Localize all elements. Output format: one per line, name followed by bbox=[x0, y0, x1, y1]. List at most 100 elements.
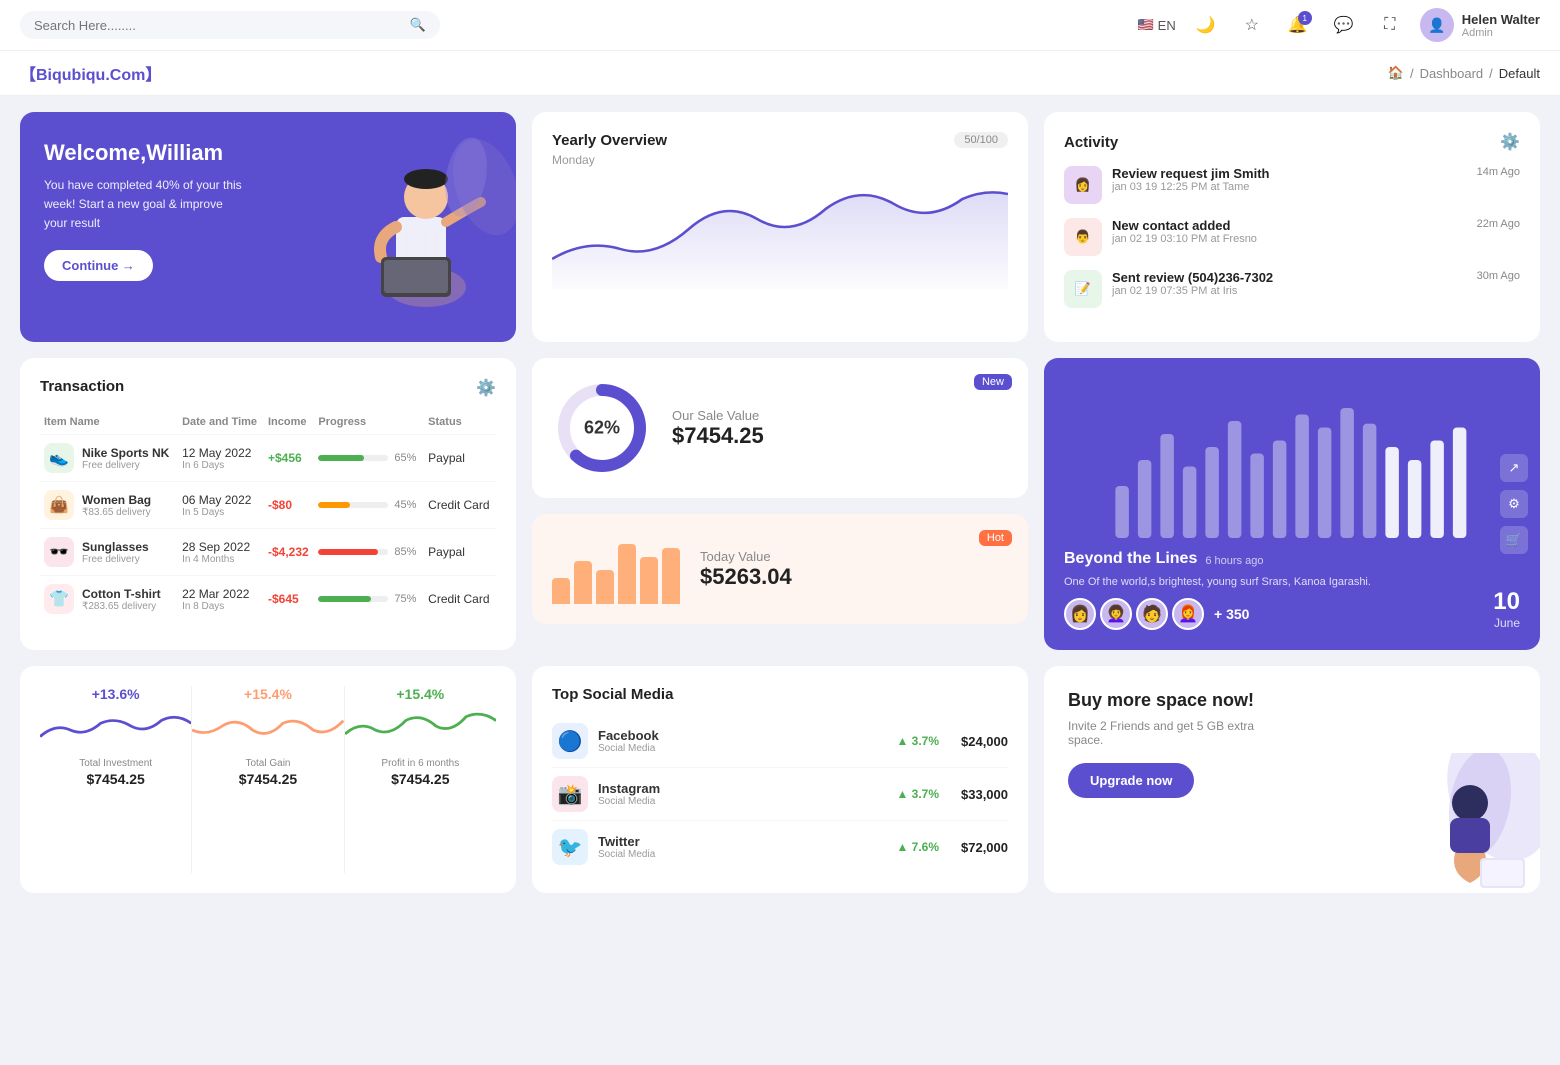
buy-space-illustration bbox=[1380, 753, 1540, 893]
activity-time-3: 30m Ago bbox=[1477, 270, 1520, 282]
activity-thumb-2: 👨 bbox=[1064, 218, 1102, 256]
beyond-avatar-2: 👩‍🦱 bbox=[1100, 598, 1132, 630]
stats-card: +13.6% Total Investment $7454.25 +15.4% … bbox=[20, 666, 516, 893]
breadcrumb: 🏠 / Dashboard / Default bbox=[1388, 65, 1540, 81]
welcome-description: You have completed 40% of your this week… bbox=[44, 176, 244, 234]
beyond-card: Beyond the Lines 6 hours ago One Of the … bbox=[1044, 358, 1540, 650]
continue-button[interactable]: Continue → bbox=[44, 250, 153, 281]
transaction-table: Item Name Date and Time Income Progress … bbox=[40, 410, 496, 622]
beyond-avatar-3: 🧑 bbox=[1136, 598, 1168, 630]
language-selector[interactable]: 🇺🇸 EN bbox=[1137, 17, 1175, 33]
search-icon: 🔍 bbox=[410, 17, 426, 33]
today-label: Today Value bbox=[700, 549, 792, 564]
col-date-time: Date and Time bbox=[178, 410, 264, 435]
beyond-description: One Of the world,s brightest, young surf… bbox=[1064, 576, 1371, 588]
buy-space-card: Buy more space now! Invite 2 Friends and… bbox=[1044, 666, 1540, 893]
user-profile[interactable]: 👤 Helen Walter Admin bbox=[1420, 8, 1540, 42]
table-row: 👟 Nike Sports NK Free delivery 12 May 20… bbox=[40, 435, 496, 482]
today-bar-chart bbox=[552, 534, 680, 604]
today-value-amount: $5263.04 bbox=[700, 564, 792, 590]
sale-value: $7454.25 bbox=[672, 423, 764, 449]
lang-label: EN bbox=[1158, 18, 1176, 33]
bookmark-button[interactable]: ☆ bbox=[1236, 9, 1268, 41]
activity-sub-1: jan 03 19 12:25 PM at Tame bbox=[1112, 181, 1467, 193]
bar bbox=[618, 544, 636, 604]
search-input[interactable] bbox=[34, 18, 402, 33]
top-navigation: 🔍 🇺🇸 EN 🌙 ☆ 🔔 1 💬 ⛶ 👤 Helen Walter Admin bbox=[0, 0, 1560, 51]
messages-button[interactable]: 💬 bbox=[1328, 9, 1360, 41]
activity-item: 👩 Review request jim Smith jan 03 19 12:… bbox=[1064, 166, 1520, 204]
social-list: 🔵 Facebook Social Media ▲ 3.7% $24,000 📸… bbox=[552, 715, 1008, 873]
user-details: Helen Walter Admin bbox=[1462, 12, 1540, 39]
breadcrumb-bar: 【Biqubiqu.Com】 🏠 / Dashboard / Default bbox=[0, 51, 1560, 96]
breadcrumb-dashboard[interactable]: Dashboard bbox=[1420, 66, 1484, 81]
bar bbox=[552, 578, 570, 604]
activity-settings-icon[interactable]: ⚙️ bbox=[1500, 132, 1520, 152]
welcome-card: Welcome,William You have completed 40% o… bbox=[20, 112, 516, 342]
user-name: Helen Walter bbox=[1462, 12, 1540, 27]
social-title: Top Social Media bbox=[552, 686, 673, 703]
buy-space-title: Buy more space now! bbox=[1068, 690, 1268, 711]
beyond-month: June bbox=[1493, 616, 1520, 630]
activity-title-3: Sent review (504)236-7302 bbox=[1112, 270, 1467, 285]
bar bbox=[596, 570, 614, 604]
upgrade-button[interactable]: Upgrade now bbox=[1068, 763, 1194, 798]
today-info: Today Value $5263.04 bbox=[700, 549, 792, 590]
today-value-card: Hot Today Value $5263.04 bbox=[532, 514, 1028, 624]
buy-space-description: Invite 2 Friends and get 5 GB extra spac… bbox=[1068, 719, 1268, 747]
table-row: 👜 Women Bag ₹83.65 delivery 06 May 2022 … bbox=[40, 482, 496, 529]
search-bar[interactable]: 🔍 bbox=[20, 11, 440, 39]
beyond-avatar-1: 👩 bbox=[1064, 598, 1096, 630]
activity-item-2: 👨 New contact added jan 02 19 03:10 PM a… bbox=[1064, 218, 1520, 256]
fullscreen-button[interactable]: ⛶ bbox=[1374, 9, 1406, 41]
activity-text-1: Review request jim Smith jan 03 19 12:25… bbox=[1112, 166, 1467, 193]
beyond-settings-icon[interactable]: ⚙ bbox=[1500, 490, 1528, 518]
beyond-title: Beyond the Lines bbox=[1064, 550, 1197, 568]
donut-chart: 62% bbox=[552, 378, 652, 478]
bar bbox=[640, 557, 658, 604]
activity-time-2: 22m Ago bbox=[1477, 218, 1520, 230]
col-progress: Progress bbox=[314, 410, 424, 435]
user-role: Admin bbox=[1462, 27, 1540, 39]
activity-title: Activity bbox=[1064, 134, 1118, 151]
sale-label: Our Sale Value bbox=[672, 408, 764, 423]
yearly-overview-header: Yearly Overview 50/100 bbox=[552, 132, 1008, 149]
yearly-overview-card: Yearly Overview 50/100 Monday bbox=[532, 112, 1028, 342]
beyond-chart bbox=[1064, 378, 1520, 538]
transaction-settings-icon[interactable]: ⚙️ bbox=[476, 378, 496, 398]
sale-info: Our Sale Value $7454.25 bbox=[672, 408, 764, 449]
activity-sub-2: jan 02 19 03:10 PM at Fresno bbox=[1112, 233, 1467, 245]
activity-time-1: 14m Ago bbox=[1477, 166, 1520, 178]
yearly-overview-title: Yearly Overview bbox=[552, 132, 667, 149]
social-card: Top Social Media 🔵 Facebook Social Media… bbox=[532, 666, 1028, 893]
yearly-overview-badge: 50/100 bbox=[954, 132, 1008, 148]
beyond-info: Beyond the Lines 6 hours ago One Of the … bbox=[1064, 550, 1371, 630]
social-item: 📸 Instagram Social Media ▲ 3.7% $33,000 bbox=[552, 768, 1008, 821]
donut-percent: 62% bbox=[584, 418, 620, 439]
activity-title-1: Review request jim Smith bbox=[1112, 166, 1467, 181]
activity-text-2: New contact added jan 02 19 03:10 PM at … bbox=[1112, 218, 1467, 245]
transaction-card: Transaction ⚙️ Item Name Date and Time I… bbox=[20, 358, 516, 650]
main-content: Welcome,William You have completed 40% o… bbox=[0, 96, 1560, 909]
beyond-share-icon[interactable]: ↗ bbox=[1500, 454, 1528, 482]
social-item: 🐦 Twitter Social Media ▲ 7.6% $72,000 bbox=[552, 821, 1008, 873]
stat-item: +13.6% Total Investment $7454.25 bbox=[40, 686, 191, 873]
yearly-overview-subtitle: Monday bbox=[552, 153, 1008, 167]
beyond-cart-icon[interactable]: 🛒 bbox=[1500, 526, 1528, 554]
dark-mode-toggle[interactable]: 🌙 bbox=[1190, 9, 1222, 41]
brand-logo: 【Biqubiqu.Com】 bbox=[20, 61, 161, 85]
activity-text-3: Sent review (504)236-7302 jan 02 19 07:3… bbox=[1112, 270, 1467, 297]
activity-card: Activity ⚙️ 👩 Review request jim Smith j… bbox=[1044, 112, 1540, 342]
notification-bell[interactable]: 🔔 1 bbox=[1282, 9, 1314, 41]
beyond-avatars: 👩 👩‍🦱 🧑 👩‍🦰 + 350 bbox=[1064, 598, 1371, 630]
beyond-avatar-4: 👩‍🦰 bbox=[1172, 598, 1204, 630]
beyond-date: 10 June bbox=[1493, 588, 1520, 630]
sale-value-card: New 62% Our Sale Value $7454.25 bbox=[532, 358, 1028, 498]
table-row: 🕶️ Sunglasses Free delivery 28 Sep 2022 … bbox=[40, 529, 496, 576]
table-row: 👕 Cotton T-shirt ₹283.65 delivery 22 Mar… bbox=[40, 576, 496, 623]
activity-sub-3: jan 02 19 07:35 PM at Iris bbox=[1112, 285, 1467, 297]
topnav-icons: 🇺🇸 EN 🌙 ☆ 🔔 1 💬 ⛶ 👤 Helen Walter Admin bbox=[1137, 8, 1540, 42]
avatar: 👤 bbox=[1420, 8, 1454, 42]
transaction-title: Transaction bbox=[40, 378, 124, 395]
hot-badge: Hot bbox=[979, 530, 1012, 546]
